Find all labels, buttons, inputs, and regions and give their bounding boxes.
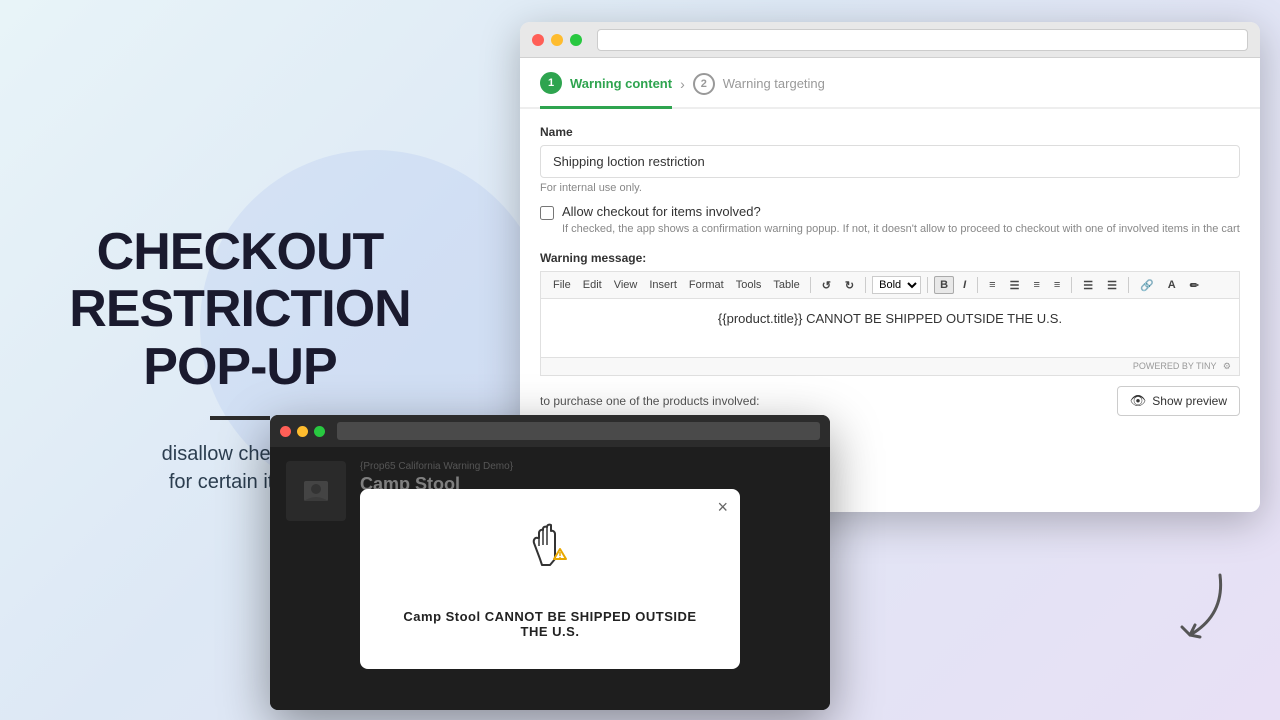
step-2-circle: 2 [693,73,715,95]
bullet-list-button[interactable]: ☰ [1078,277,1098,294]
modal-box: × Camp Stool CANNOT BE S [360,489,740,669]
toolbar-file[interactable]: File [549,277,575,293]
title-line3: POP-UP [143,338,336,396]
form-area: Name For internal use only. Allow checko… [520,109,1260,432]
toolbar-separator-6 [1128,277,1129,293]
warning-message-label: Warning message: [540,251,1240,265]
minimize-button-icon[interactable] [551,34,563,46]
powered-by-label: POWERED BY TINY [1133,361,1217,371]
editor-settings-icon[interactable]: ⚙ [1223,361,1231,371]
arrow-icon [1140,555,1240,655]
preview-url-bar[interactable] [337,422,820,440]
divider [210,416,270,420]
toolbar-format[interactable]: Format [685,277,728,293]
form-bottom: to purchase one of the products involved… [540,386,1240,416]
modal-message: Camp Stool CANNOT BE SHIPPED OUTSIDE THE… [390,609,710,639]
toolbar-separator-5 [1071,277,1072,293]
link-button[interactable]: 🔗 [1135,277,1159,294]
toolbar-separator-3 [927,277,928,293]
align-justify-button[interactable]: ≡ [1049,277,1065,293]
toolbar-table[interactable]: Table [769,277,803,293]
warning-hand-icon [520,521,580,593]
step-1-label: Warning content [570,76,672,91]
title-line1: CHECKOUT [97,223,384,281]
toolbar-separator-4 [977,277,978,293]
align-center-button[interactable]: ☰ [1005,277,1025,294]
checkbox-row: Allow checkout for items involved? If ch… [540,204,1240,237]
modal-close-button[interactable]: × [717,497,728,518]
name-field-label: Name [540,125,1240,139]
toolbar-separator-1 [810,277,811,293]
text-color-button[interactable]: A [1163,277,1181,293]
editor-text: {{product.title}} CANNOT BE SHIPPED OUTS… [718,311,1062,326]
toolbar-view[interactable]: View [610,277,642,293]
allow-checkout-checkbox[interactable] [540,206,554,220]
step-1-circle: 1 [540,72,562,94]
step-2-label: Warning targeting [723,76,825,91]
step-separator: › [680,76,685,92]
checkbox-description: If checked, the app shows a confirmation… [562,222,1240,237]
modal-overlay: × Camp Stool CANNOT BE S [270,447,830,710]
eye-icon: 👁 [1130,393,1147,409]
hint-text: For internal use only. [540,182,1240,194]
name-input[interactable] [540,145,1240,178]
maximize-button-icon[interactable] [570,34,582,46]
preview-maximize-icon[interactable] [314,426,325,437]
preview-close-icon[interactable] [280,426,291,437]
url-bar[interactable] [597,29,1248,51]
font-style-select[interactable]: Bold [872,276,921,294]
bold-button[interactable]: B [934,276,954,294]
undo-button[interactable]: ↺ [817,277,836,294]
purchase-text: to purchase one of the products involved… [540,394,759,408]
preview-minimize-icon[interactable] [297,426,308,437]
title-line2: RESTRICTION [69,280,410,338]
highlight-button[interactable]: ✏ [1185,277,1204,294]
checkbox-label: Allow checkout for items involved? [562,204,1240,219]
preview-browser-window: {Prop65 California Warning Demo} Camp St… [270,415,830,710]
italic-button[interactable]: I [958,277,971,293]
show-preview-label: Show preview [1152,394,1227,408]
close-button-icon[interactable] [532,34,544,46]
browser-titlebar [520,22,1260,58]
editor-content-area[interactable]: {{product.title}} CANNOT BE SHIPPED OUTS… [540,298,1240,358]
numbered-list-button[interactable]: ☰ [1102,277,1122,294]
editor-footer: POWERED BY TINY ⚙ [540,358,1240,376]
toolbar-tools[interactable]: Tools [732,277,766,293]
preview-body: {Prop65 California Warning Demo} Camp St… [270,447,830,710]
toolbar-separator-2 [865,277,866,293]
align-left-button[interactable]: ≡ [984,277,1000,293]
toolbar-insert[interactable]: Insert [645,277,681,293]
preview-titlebar [270,415,830,447]
arrow-container [1140,555,1240,660]
show-preview-button[interactable]: 👁 Show preview [1117,386,1240,416]
stepper-tabs: 1 Warning content › 2 Warning targeting [520,58,1260,109]
align-right-button[interactable]: ≡ [1028,277,1044,293]
editor-toolbar: File Edit View Insert Format Tools Table… [540,271,1240,298]
step-1-tab[interactable]: 1 Warning content [540,72,672,109]
main-title: CHECKOUT RESTRICTION POP-UP [69,224,410,396]
toolbar-edit[interactable]: Edit [579,277,606,293]
step-2-tab[interactable]: 2 Warning targeting [693,73,825,107]
redo-button[interactable]: ↻ [840,277,859,294]
